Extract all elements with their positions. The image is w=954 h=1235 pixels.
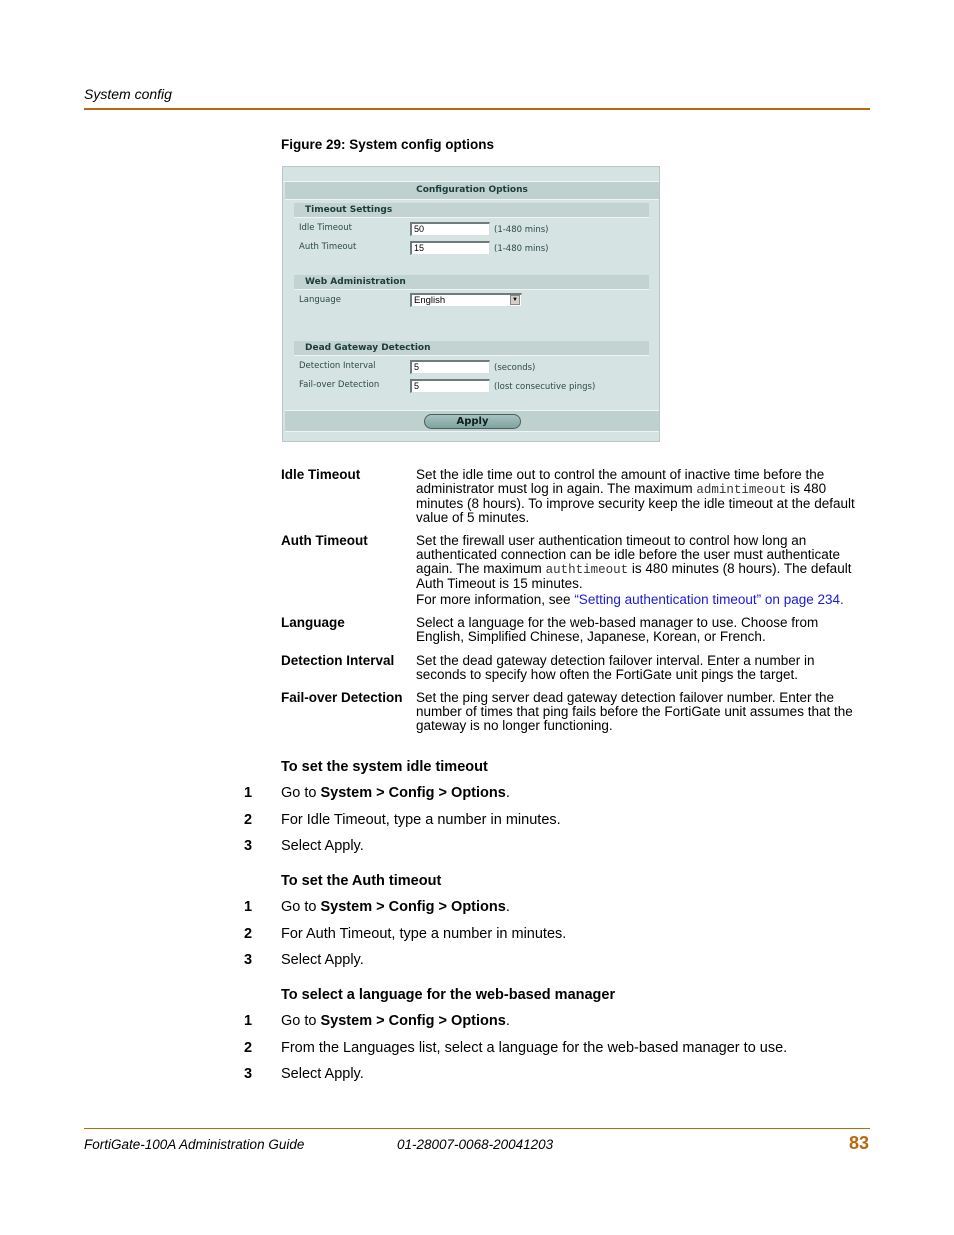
section-dead-gateway-detection: Dead Gateway Detection bbox=[294, 341, 649, 356]
auth-timeout-input[interactable]: 15 bbox=[410, 241, 490, 255]
idle-timeout-input[interactable]: 50 bbox=[410, 222, 490, 236]
def-term-idle-timeout: Idle Timeout bbox=[281, 467, 361, 482]
step-number: 2 bbox=[244, 1040, 253, 1056]
auth-timeout-hint: (1-480 mins) bbox=[494, 244, 549, 254]
def-term-auth-timeout: Auth Timeout bbox=[281, 533, 368, 548]
step-number: 1 bbox=[244, 785, 253, 801]
step-text: Go to System > Config > Options. bbox=[281, 899, 510, 915]
menu-path: System > Config > Options bbox=[320, 1013, 506, 1029]
code-authtimeout: authtimeout bbox=[545, 563, 629, 577]
auth-timeout-link[interactable]: “Setting authentication timeout” on page… bbox=[574, 592, 840, 607]
failover-detection-label: Fail-over Detection bbox=[299, 380, 380, 390]
header-rule bbox=[84, 108, 870, 110]
section-timeout-settings: Timeout Settings bbox=[294, 203, 649, 218]
idle-timeout-hint: (1-480 mins) bbox=[494, 225, 549, 235]
step-number: 2 bbox=[244, 926, 253, 942]
step-text: From the Languages list, select a langua… bbox=[281, 1040, 788, 1056]
procedure-title: To set the Auth timeout bbox=[281, 873, 442, 889]
page-number: 83 bbox=[849, 1133, 870, 1153]
procedure-title: To set the system idle timeout bbox=[281, 759, 488, 775]
step-text-post: . bbox=[505, 899, 510, 915]
def-desc-detection-interval: Set the dead gateway detection failover … bbox=[416, 653, 815, 682]
footer-rule bbox=[84, 1128, 870, 1129]
def-desc-failover-detection: Set the ping server dead gateway detecti… bbox=[416, 690, 853, 733]
step-number: 1 bbox=[244, 1013, 253, 1029]
def-desc-language: Select a language for the web-based mana… bbox=[416, 615, 819, 644]
step-text: Go to System > Config > Options. bbox=[281, 785, 510, 801]
menu-path: System > Config > Options bbox=[320, 785, 506, 801]
step-text: Select Apply. bbox=[281, 952, 364, 968]
panel-top-strip bbox=[283, 167, 659, 182]
language-select-value: English bbox=[414, 295, 446, 306]
panel-title: Configuration Options bbox=[285, 182, 659, 200]
language-select[interactable]: English ▼ bbox=[410, 293, 522, 307]
step-number: 3 bbox=[244, 838, 253, 854]
def-desc-auth-timeout: Set the firewall user authentication tim… bbox=[416, 534, 868, 591]
detection-interval-input[interactable]: 5 bbox=[410, 360, 490, 374]
def-term-detection-interval: Detection Interval bbox=[281, 653, 395, 668]
step-text: For Idle Timeout, type a number in minut… bbox=[281, 812, 561, 828]
def-desc-idle-timeout: Set the idle time out to control the amo… bbox=[416, 468, 868, 525]
chevron-down-icon[interactable]: ▼ bbox=[510, 295, 520, 305]
detection-interval-hint: (seconds) bbox=[494, 363, 536, 373]
step-number: 1 bbox=[244, 899, 253, 915]
step-text: Select Apply. bbox=[281, 1066, 364, 1082]
footer-doc-number: 01-28007-0068-20041203 bbox=[397, 1137, 554, 1152]
def-more-info: For more information, see “Setting authe… bbox=[416, 593, 868, 607]
procedure-title: To select a language for the web-based m… bbox=[281, 987, 616, 1003]
footer-guide-title: FortiGate-100A Administration Guide bbox=[84, 1137, 305, 1152]
code-admintimeout: admintimeout bbox=[696, 483, 787, 497]
failover-detection-input[interactable]: 5 bbox=[410, 379, 490, 393]
def-term-language: Language bbox=[281, 615, 345, 630]
link-period: . bbox=[840, 592, 844, 607]
def-term-failover-detection: Fail-over Detection bbox=[281, 690, 403, 705]
step-text-pre: Go to bbox=[281, 1013, 321, 1029]
step-text-post: . bbox=[505, 1013, 510, 1029]
step-text: For Auth Timeout, type a number in minut… bbox=[281, 926, 567, 942]
apply-button[interactable]: Apply bbox=[424, 414, 521, 429]
step-text: Select Apply. bbox=[281, 838, 364, 854]
figure-caption: Figure 29: System config options bbox=[281, 137, 495, 152]
running-header: System config bbox=[84, 86, 172, 102]
step-number: 3 bbox=[244, 1066, 253, 1082]
more-info-text: For more information, see bbox=[416, 592, 575, 607]
config-options-panel: Configuration Options Timeout Settings I… bbox=[282, 166, 660, 442]
section-web-administration: Web Administration bbox=[294, 275, 649, 290]
step-number: 2 bbox=[244, 812, 253, 828]
menu-path: System > Config > Options bbox=[320, 899, 506, 915]
step-text: Go to System > Config > Options. bbox=[281, 1013, 510, 1029]
detection-interval-label: Detection Interval bbox=[299, 361, 376, 371]
step-number: 3 bbox=[244, 952, 253, 968]
language-label: Language bbox=[299, 295, 341, 305]
step-text-post: . bbox=[505, 785, 510, 801]
step-text-pre: Go to bbox=[281, 785, 321, 801]
step-text-pre: Go to bbox=[281, 899, 321, 915]
apply-bar: Apply bbox=[285, 410, 659, 432]
auth-timeout-label: Auth Timeout bbox=[299, 242, 357, 252]
idle-timeout-label: Idle Timeout bbox=[299, 223, 352, 233]
failover-detection-hint: (lost consecutive pings) bbox=[494, 382, 596, 392]
